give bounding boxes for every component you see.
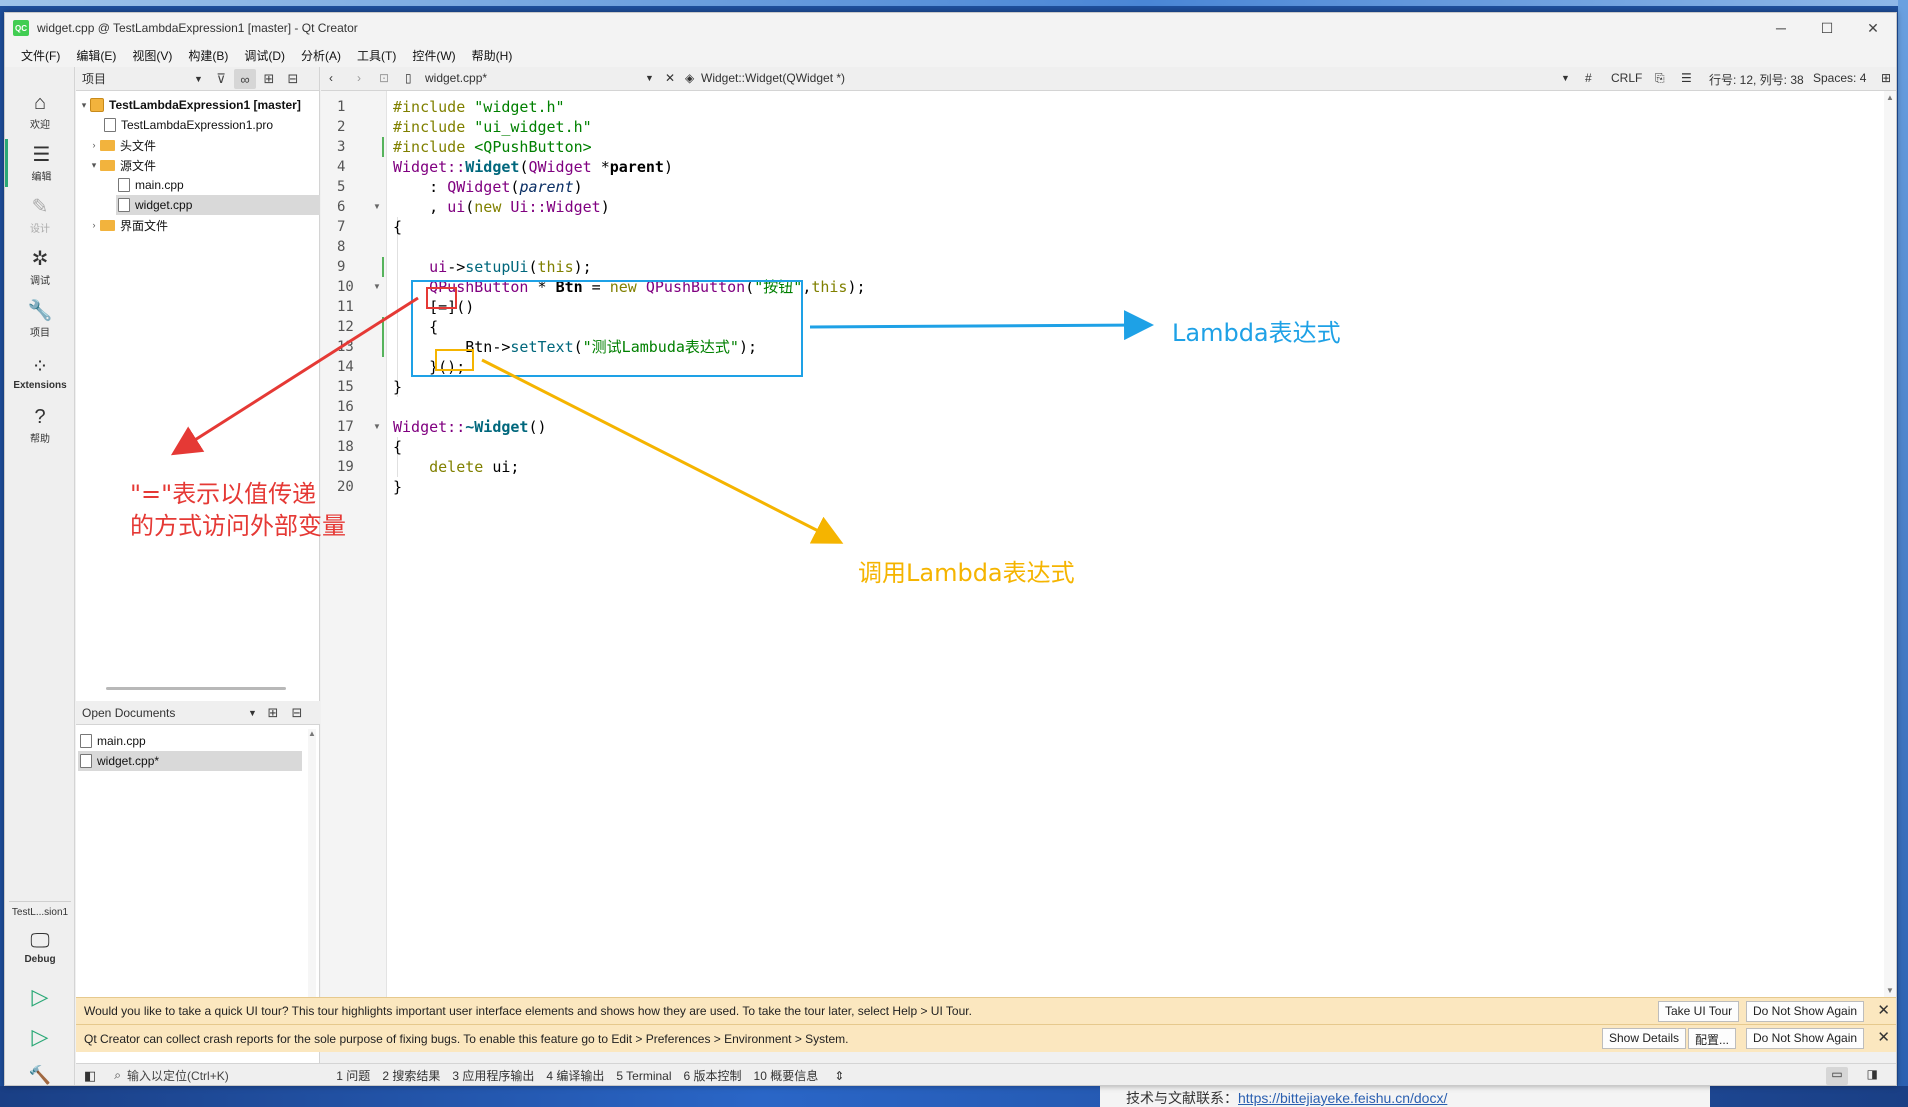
call-annotation: 调用Lambda表达式 [858, 559, 1075, 587]
lambda-arrow [809, 310, 1154, 341]
capture-arrow [170, 296, 419, 456]
capture-annotation: "="表示以值传递 的方式访问外部变量 [130, 478, 346, 542]
capture-annotation-line2: 的方式访问外部变量 [130, 512, 346, 540]
capture-annotation-line1: "="表示以值传递 [130, 480, 317, 508]
call-arrow [481, 358, 844, 544]
lambda-annotation: Lambda表达式 [1172, 319, 1341, 347]
